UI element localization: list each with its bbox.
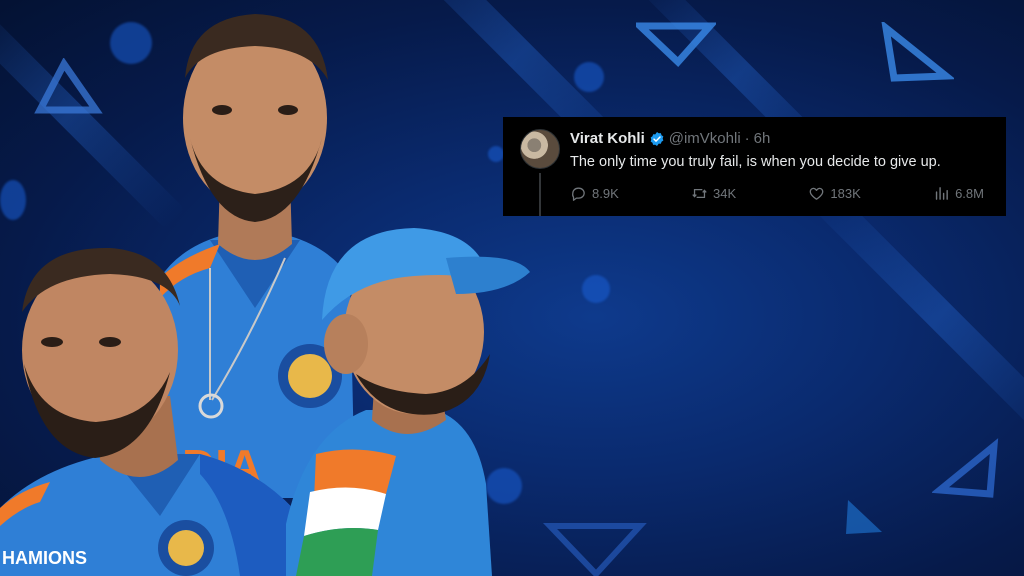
tweet-header: Virat Kohli @imVkohli · 6h bbox=[570, 130, 770, 147]
repost-count: 34K bbox=[713, 186, 737, 201]
views-icon bbox=[935, 187, 948, 200]
avatar[interactable] bbox=[520, 129, 560, 169]
tweet-card[interactable]: Virat Kohli @imVkohli · 6h The only time… bbox=[503, 117, 1006, 216]
thread-line bbox=[539, 173, 541, 216]
tweet-text: The only time you truly fail, is when yo… bbox=[570, 154, 941, 170]
promo-graphic: DIA HAMIONS bbox=[0, 0, 1024, 576]
bokeh-dot bbox=[110, 22, 152, 64]
views-button[interactable]: 6.8M bbox=[933, 185, 984, 202]
player-photo-left: HAMIONS bbox=[0, 247, 300, 576]
triangle-outline-icon bbox=[846, 500, 882, 534]
svg-text:HAMIONS: HAMIONS bbox=[2, 548, 87, 568]
bokeh-dot bbox=[488, 146, 504, 162]
tweet-actions: 8.9K 34K 183K 6.8M bbox=[570, 185, 984, 202]
triangle-outline-icon bbox=[881, 22, 954, 82]
light-streak bbox=[802, 177, 1024, 453]
bokeh-dot bbox=[0, 180, 26, 220]
like-count: 183K bbox=[830, 186, 861, 201]
reply-button[interactable]: 8.9K bbox=[570, 185, 619, 202]
verified-badge-icon bbox=[650, 131, 664, 146]
triangle-outline-icon bbox=[542, 523, 647, 576]
triangle-outline-icon bbox=[34, 58, 103, 114]
triangle-outline-icon bbox=[636, 22, 716, 68]
view-count: 6.8M bbox=[955, 186, 984, 201]
player-photo-cap bbox=[286, 228, 530, 576]
author-handle[interactable]: @imVkohli bbox=[669, 130, 741, 147]
like-button[interactable]: 183K bbox=[808, 185, 861, 202]
bokeh-dot bbox=[582, 275, 610, 303]
repost-icon bbox=[692, 188, 707, 199]
author-name[interactable]: Virat Kohli bbox=[570, 130, 645, 147]
repost-button[interactable]: 34K bbox=[691, 185, 736, 202]
triangle-outline-icon bbox=[932, 438, 999, 498]
reply-count: 8.9K bbox=[592, 186, 619, 201]
bokeh-dot bbox=[574, 62, 604, 92]
reply-icon bbox=[572, 187, 585, 201]
tweet-timestamp[interactable]: 6h bbox=[754, 130, 771, 147]
heart-icon bbox=[810, 187, 824, 200]
separator-dot: · bbox=[744, 130, 750, 147]
